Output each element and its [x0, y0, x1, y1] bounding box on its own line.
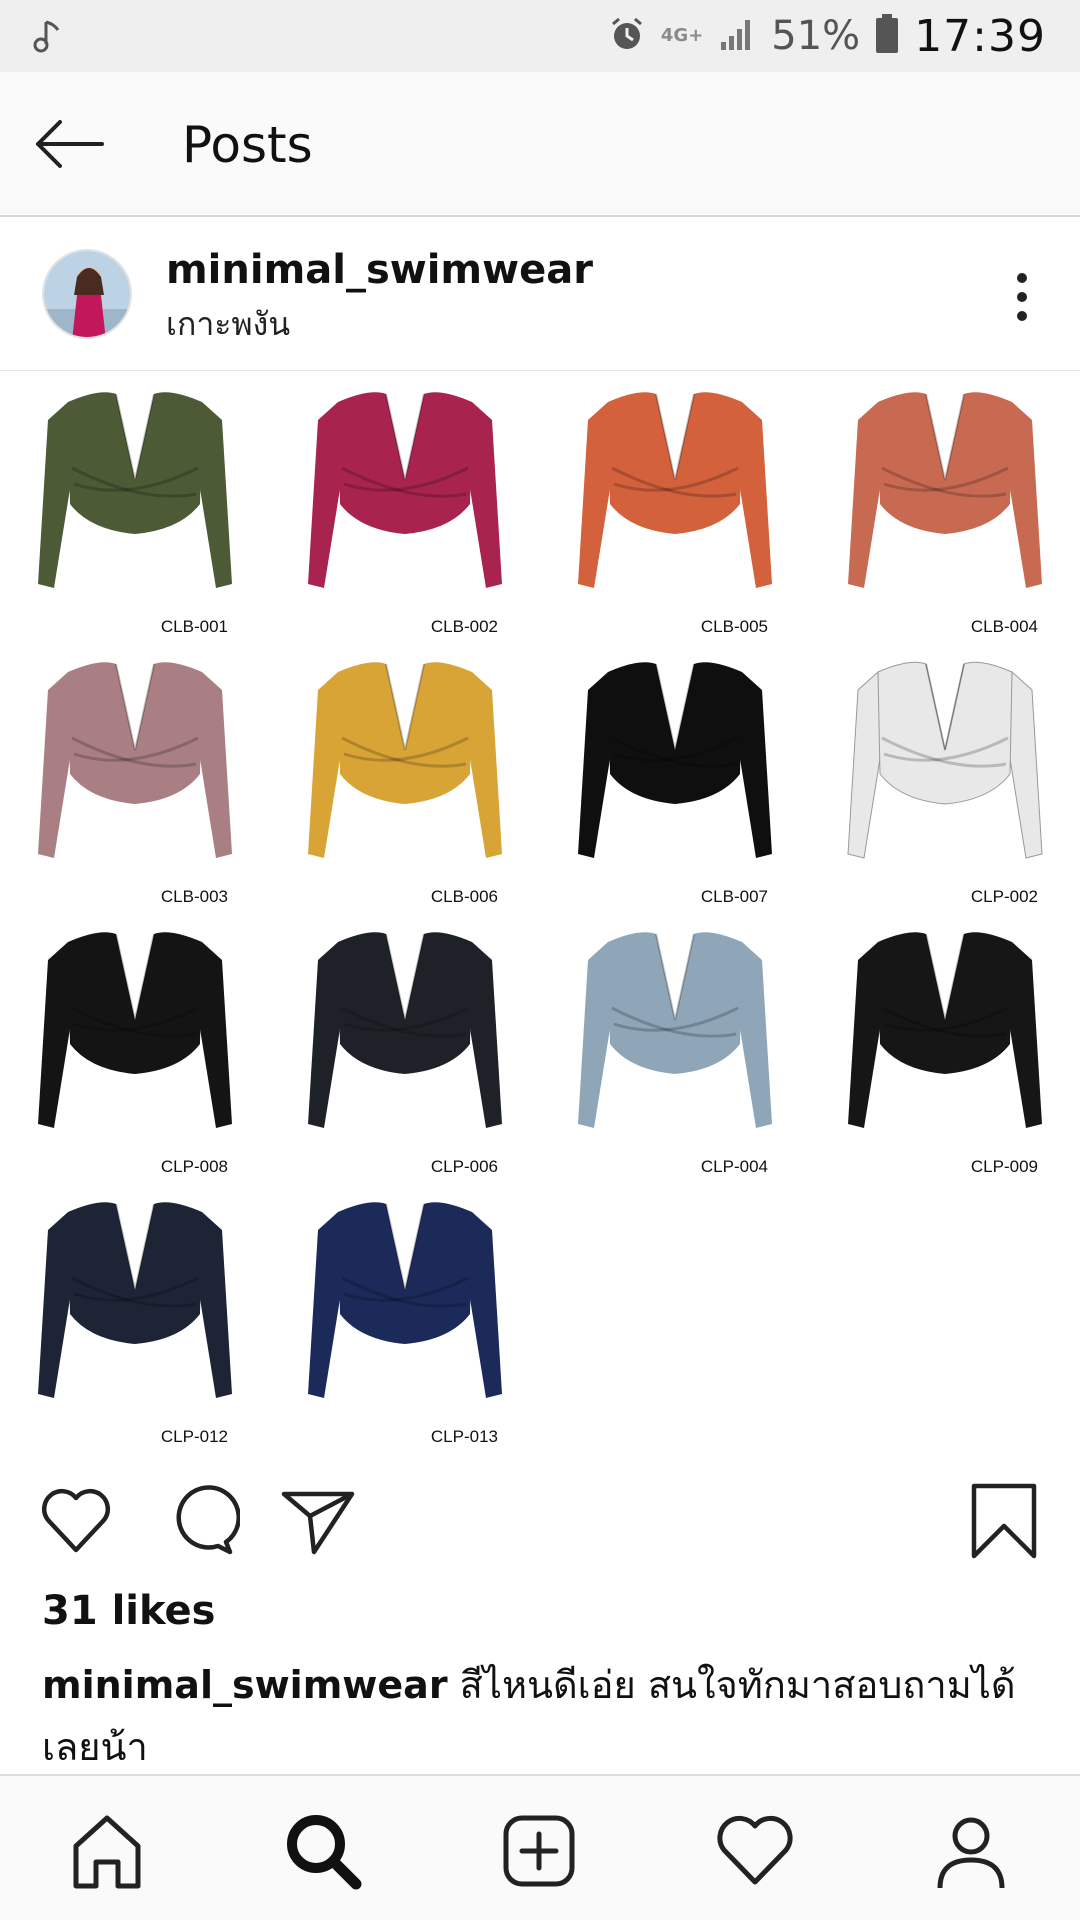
heart-icon	[41, 1488, 111, 1553]
crop-top-image	[308, 932, 502, 1128]
like-button[interactable]	[36, 1480, 116, 1560]
crop-top-image	[38, 1202, 232, 1398]
bookmark-icon	[971, 1483, 1037, 1559]
nav-profile[interactable]	[926, 1806, 1016, 1896]
post-image[interactable]: CLB-001 CLB-002 CLB-005 CLB-004 CLB-003 CLB-0…	[0, 372, 1080, 1452]
product-item: CLP-013	[270, 1182, 540, 1452]
alarm-icon	[607, 14, 647, 58]
product-code: CLP-009	[970, 1157, 1038, 1176]
search-icon	[287, 1815, 362, 1890]
avatar[interactable]	[42, 249, 132, 339]
product-item: CLB-004	[810, 372, 1080, 642]
product-code: CLB-003	[160, 887, 228, 906]
crop-top-image	[308, 662, 502, 858]
crop-top-image	[578, 932, 772, 1128]
nav-add-post[interactable]	[494, 1806, 584, 1896]
crop-top-image	[578, 392, 772, 588]
comment-button[interactable]	[160, 1480, 241, 1560]
send-icon	[281, 1491, 355, 1555]
crop-top-image	[848, 392, 1042, 588]
home-icon	[73, 1815, 141, 1889]
post-header: minimal_swimwear เกาะพงัน	[0, 219, 1080, 371]
share-button[interactable]	[278, 1480, 358, 1560]
product-item: CLB-003	[0, 642, 270, 912]
profile-icon	[937, 1817, 1005, 1889]
product-item: CLP-012	[0, 1182, 270, 1452]
product-item: CLP-002	[810, 642, 1080, 912]
product-code: CLB-004	[970, 617, 1038, 636]
caption-username[interactable]: minimal_swimwear	[42, 1663, 448, 1707]
product-item: CLP-009	[810, 912, 1080, 1182]
product-item: CLB-005	[540, 372, 810, 642]
music-note-icon	[30, 16, 70, 56]
crop-top-image	[308, 1202, 502, 1398]
product-code: CLP-006	[430, 1157, 498, 1176]
more-options-button[interactable]	[1004, 267, 1040, 327]
bottom-nav	[0, 1774, 1080, 1920]
product-item: CLB-006	[270, 642, 540, 912]
crop-top-image	[847, 661, 1043, 859]
post-username[interactable]: minimal_swimwear	[166, 247, 593, 293]
arrow-left-icon	[36, 120, 104, 168]
product-code: CLP-013	[430, 1427, 498, 1446]
product-item: CLP-008	[0, 912, 270, 1182]
signal-icon	[717, 14, 757, 58]
product-code: CLP-002	[970, 887, 1038, 906]
product-code: CLB-002	[430, 617, 498, 636]
likes-count[interactable]: 31 likes	[42, 1588, 215, 1634]
product-code: CLB-007	[700, 887, 768, 906]
crop-top-image	[578, 662, 772, 858]
product-item: CLB-002	[270, 372, 540, 642]
battery-icon	[874, 13, 900, 59]
product-code: CLP-004	[700, 1157, 768, 1176]
crop-top-image	[38, 662, 232, 858]
status-bar: 4G+ 51% 17:39	[0, 0, 1080, 72]
add-post-icon	[503, 1815, 575, 1887]
post-location[interactable]: เกาะพงัน	[166, 299, 290, 350]
more-dot	[1017, 311, 1027, 321]
save-button[interactable]	[964, 1480, 1044, 1560]
more-dot	[1017, 273, 1027, 283]
page-title: Posts	[182, 116, 313, 174]
screen: 4G+ 51% 17:39 Posts minimal_swimwear เกา…	[0, 0, 1080, 1920]
product-code: CLB-005	[700, 617, 768, 636]
comment-icon	[176, 1485, 241, 1555]
post-actions	[0, 1466, 1080, 1576]
product-item: CLP-004	[540, 912, 810, 1182]
product-item: CLB-007	[540, 642, 810, 912]
nav-home[interactable]	[62, 1806, 152, 1896]
product-item: CLP-006	[270, 912, 540, 1182]
product-code: CLP-008	[160, 1157, 228, 1176]
more-dot	[1017, 292, 1027, 302]
product-item: CLB-001	[0, 372, 270, 642]
crop-top-image	[848, 932, 1042, 1128]
product-code: CLB-001	[160, 617, 228, 636]
top-app-bar: Posts	[0, 72, 1080, 217]
battery-percent: 51%	[771, 13, 861, 59]
product-code: CLP-012	[160, 1427, 228, 1446]
back-button[interactable]	[30, 112, 110, 176]
nav-search[interactable]	[278, 1806, 368, 1896]
crop-top-image	[38, 392, 232, 588]
crop-top-image	[308, 392, 502, 588]
post-caption: minimal_swimwear สีไหนดีเอ่ย สนใจทักมาสอ…	[42, 1654, 1042, 1778]
product-code: CLB-006	[430, 887, 498, 906]
activity-heart-icon	[717, 1815, 793, 1885]
crop-top-image	[38, 932, 232, 1128]
clock: 17:39	[914, 10, 1046, 62]
network-type: 4G+	[660, 25, 704, 46]
status-indicators: 4G+ 51% 17:39	[607, 0, 1046, 72]
nav-activity[interactable]	[710, 1806, 800, 1896]
